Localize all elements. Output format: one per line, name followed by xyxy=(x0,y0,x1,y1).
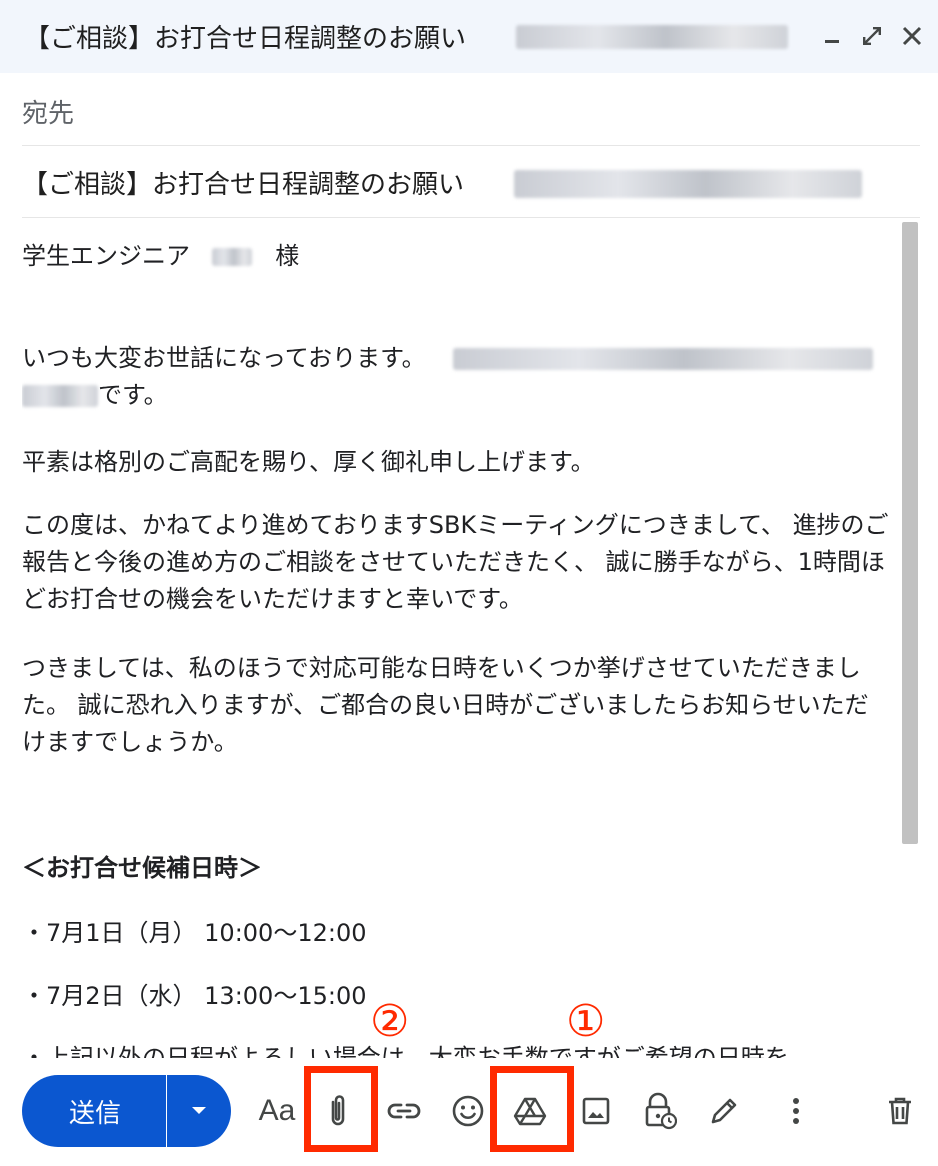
paragraph-2: この度は、かねてより進めておりますSBKミーティングにつきまして、 進捗のご報告… xyxy=(22,511,889,613)
minimize-icon xyxy=(825,40,839,43)
send-options-button[interactable] xyxy=(167,1075,231,1147)
redacted-name xyxy=(211,248,252,266)
compose-titlebar[interactable]: 【ご相談】お打合せ日程調整のお願い xyxy=(0,0,938,73)
annotation-marker-2: ② xyxy=(370,996,410,1047)
more-icon xyxy=(793,1098,799,1124)
confidential-icon xyxy=(645,1092,677,1130)
minimize-button[interactable] xyxy=(816,20,848,52)
slots-heading: ＜お打合せ候補日時＞ xyxy=(22,854,262,882)
salutation-line: 学生エンジニア 様 xyxy=(22,242,300,270)
redacted-sender xyxy=(453,348,874,370)
subject-text: 【ご相談】お打合せ日程調整のお願い xyxy=(22,170,465,200)
highlight-drive-box xyxy=(490,1066,574,1152)
subject-field[interactable]: 【ご相談】お打合せ日程調整のお願い xyxy=(22,146,920,218)
annotation-marker-1: ① xyxy=(566,996,606,1047)
greeting-line: いつも大変お世話になっております。 xyxy=(22,340,890,377)
redacted-subject-suffix xyxy=(514,170,862,198)
scrollbar-thumb[interactable] xyxy=(902,222,918,844)
redacted-recipient xyxy=(516,25,788,49)
chevron-down-icon xyxy=(192,1107,206,1114)
expand-icon xyxy=(863,27,881,45)
recipients-field[interactable]: 宛先 xyxy=(22,73,920,146)
insert-photo-button[interactable] xyxy=(576,1091,616,1131)
formatting-options-button[interactable]: Aa xyxy=(256,1091,298,1131)
insert-signature-button[interactable] xyxy=(704,1091,744,1131)
photo-icon xyxy=(582,1097,610,1125)
format-label: Aa xyxy=(258,1094,296,1127)
discard-draft-button[interactable] xyxy=(880,1091,920,1131)
body-cut-line: ・上記以外の日程がよろしい場合は、大変お手数ですがご希望の日時を xyxy=(22,1044,789,1058)
close-button[interactable] xyxy=(896,20,928,52)
to-label: 宛先 xyxy=(22,99,75,129)
slot-1: ・7月1日（月） 10:00〜12:00 xyxy=(22,919,367,947)
send-button[interactable]: 送信 xyxy=(22,1075,166,1147)
fullscreen-button[interactable] xyxy=(856,20,888,52)
highlight-attach-box xyxy=(304,1066,378,1152)
emoji-icon xyxy=(452,1095,484,1127)
more-options-button[interactable] xyxy=(776,1091,816,1131)
window-title: 【ご相談】お打合せ日程調整のお願い xyxy=(24,24,467,54)
paragraph-1: 平素は格別のご高配を賜り、厚く御礼申し上げます。 xyxy=(22,448,595,476)
trash-icon xyxy=(889,1097,911,1125)
compose-toolbar: 送信 Aa xyxy=(0,1058,938,1166)
confidential-mode-button[interactable] xyxy=(640,1091,680,1131)
greeting-line-2: です。 xyxy=(22,377,890,414)
paragraph-3: つきましては、私のほうで対応可能な日時をいくつか挙げさせていただきました。 誠に… xyxy=(22,654,869,756)
link-icon xyxy=(387,1103,421,1119)
signature-icon xyxy=(711,1098,737,1124)
close-icon xyxy=(902,26,922,46)
insert-emoji-button[interactable] xyxy=(448,1091,488,1131)
redacted-sender-2 xyxy=(22,385,98,407)
message-body[interactable]: 学生エンジニア 様 いつも大変お世話になっております。 です。 平素は格別のご高… xyxy=(22,218,894,1058)
send-label: 送信 xyxy=(68,1098,121,1129)
slot-2: ・7月2日（水） 13:00〜15:00 xyxy=(22,982,367,1010)
insert-link-button[interactable] xyxy=(384,1091,424,1131)
